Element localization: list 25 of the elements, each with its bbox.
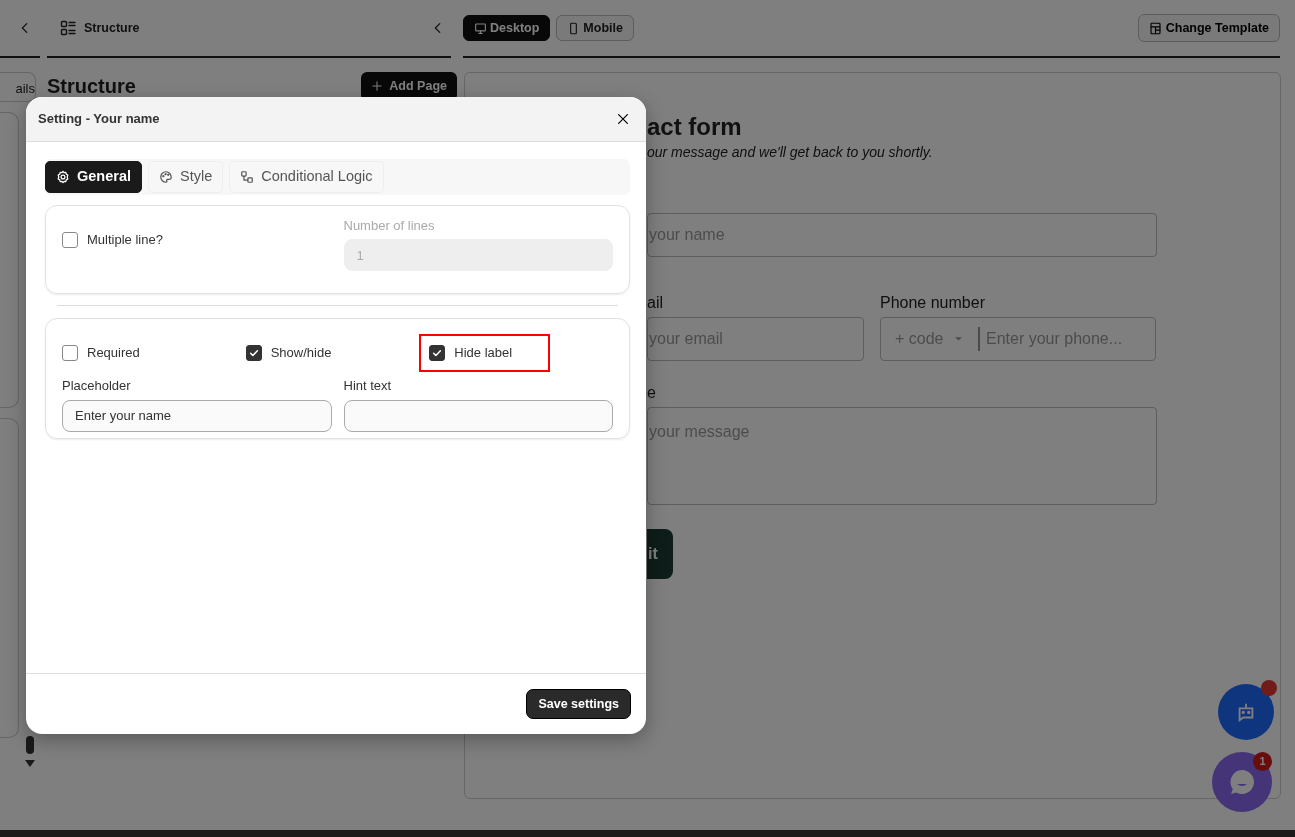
field-label: ail [647, 292, 664, 311]
field-label: Hint text [343, 377, 393, 395]
tab[interactable]: General [45, 161, 142, 193]
view-toggle-button[interactable]: Desktop [463, 14, 551, 42]
panel-title: Structure [84, 19, 140, 37]
dialog-title: Setting - Your name [38, 110, 160, 129]
submit-button[interactable]: it [647, 528, 673, 579]
checkbox-label: Hide label [454, 343, 513, 362]
checkbox-label: Required [87, 343, 140, 362]
form-title: act form [647, 113, 743, 142]
tab[interactable]: Conditional Logic [229, 161, 384, 193]
field-label: Number of lines [343, 216, 436, 235]
form-subtitle: our message and we'll get back to you shortly. [647, 142, 934, 162]
checkbox-label: Multiple line? [87, 230, 163, 249]
change-template-button[interactable]: Change Template [1137, 13, 1280, 43]
field-label: Phone number [880, 292, 986, 311]
section-heading: Structure [47, 74, 136, 98]
view-toggle-button[interactable]: Mobile [556, 14, 634, 42]
notification-badge: 1 [1253, 752, 1272, 771]
save-settings-button[interactable]: Save settings [526, 688, 631, 720]
field-label: Placeholder [62, 377, 132, 395]
tab[interactable]: Style [148, 161, 224, 193]
placeholder-input[interactable]: Enter your name [62, 399, 332, 432]
checkbox-label: Show/hide [270, 343, 332, 362]
field-label: e [647, 382, 657, 401]
